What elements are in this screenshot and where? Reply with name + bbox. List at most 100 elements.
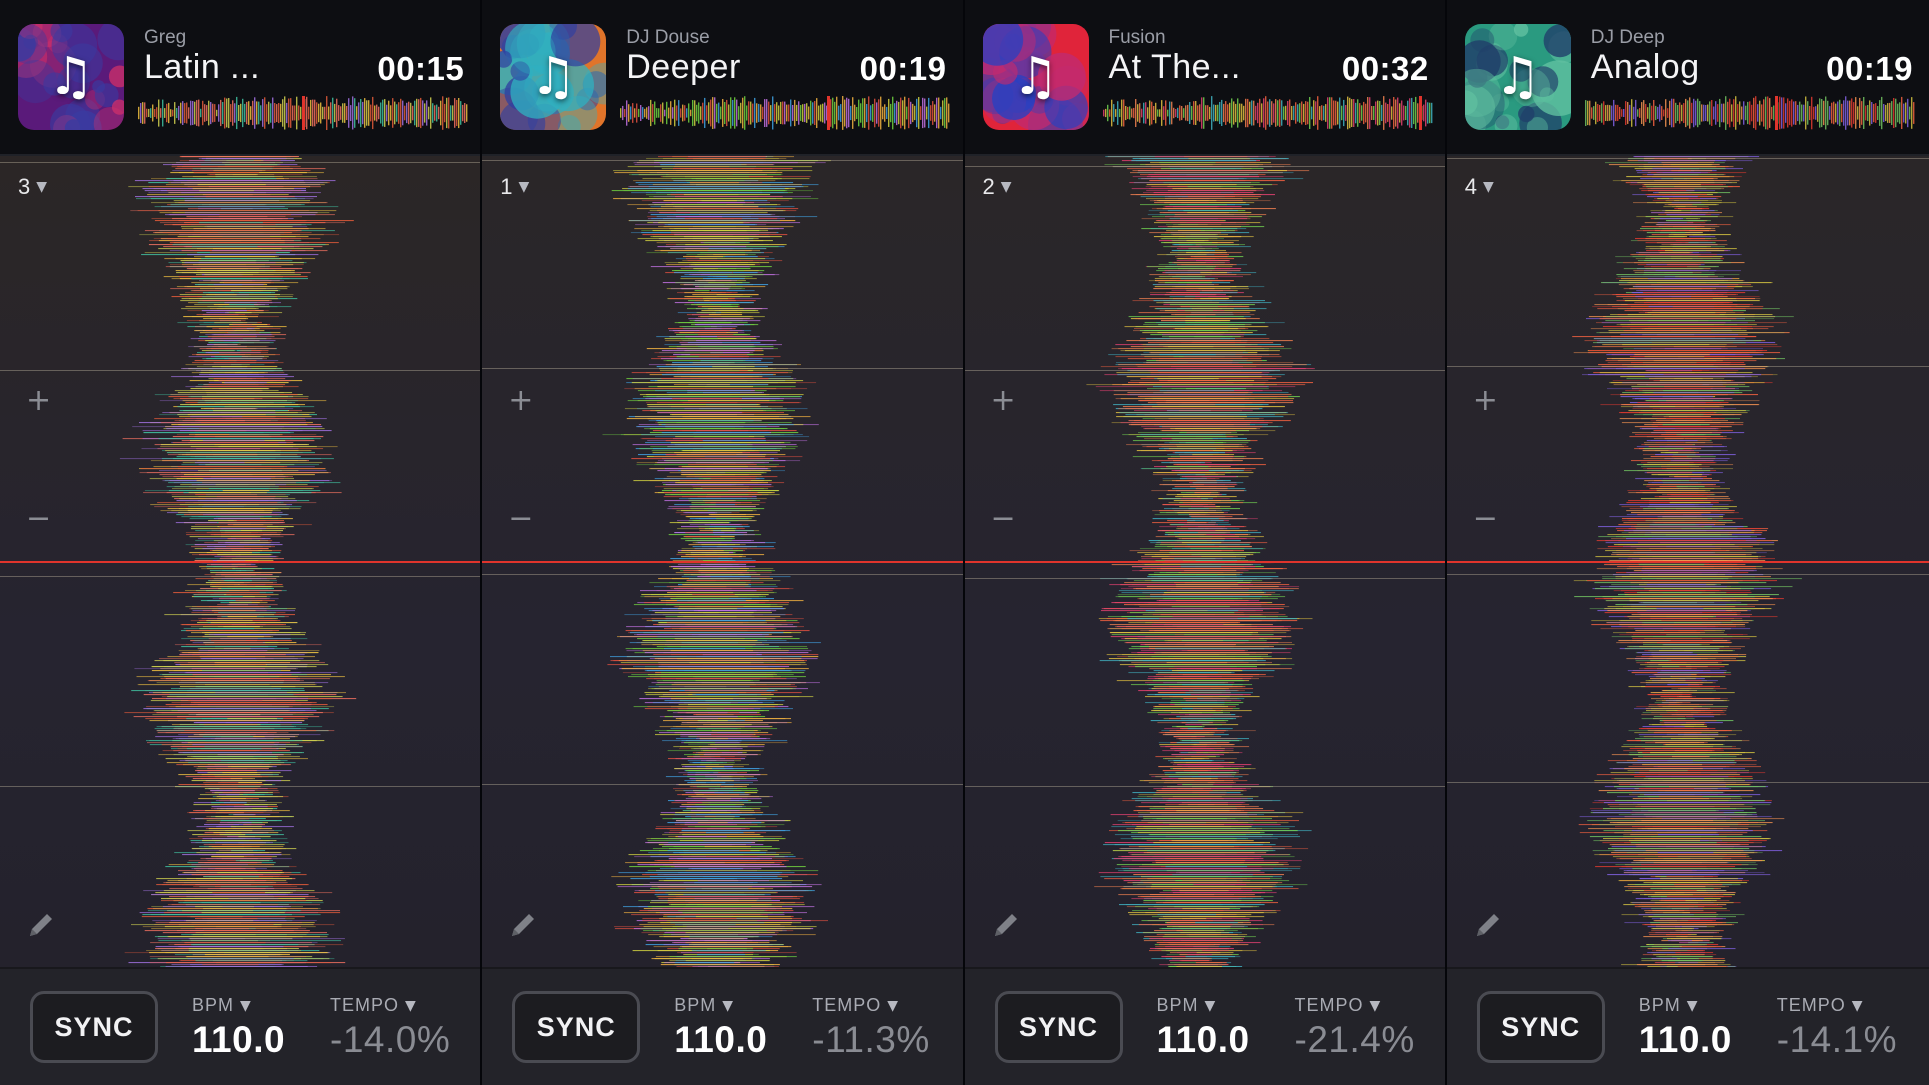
deck-header[interactable]: ♫ Fusion At The... 00:32 <box>964 0 1445 156</box>
deck-selector[interactable]: 3 ▼ <box>18 174 47 200</box>
chevron-down-icon: ▼ <box>1204 997 1217 1014</box>
track-artist: DJ Deep <box>1590 27 1665 48</box>
tempo-label: TEMPO <box>1294 995 1364 1015</box>
deck-b: ♫ DJ Douse Deeper 00:19 1 ▼ + − SYNC BPM… <box>482 0 965 1085</box>
chevron-down-icon: ▼ <box>1686 997 1699 1014</box>
chevron-down-icon: ▼ <box>722 997 735 1014</box>
deck-header[interactable]: ♫ Greg Latin ... 00:15 <box>0 0 481 156</box>
music-note-icon: ♫ <box>529 47 577 107</box>
bpm-value[interactable]: 110.0 <box>1157 1019 1250 1061</box>
deck-controls: SYNC BPM ▼ 110.0 TEMPO ▼ -21.4% <box>964 967 1445 1085</box>
deck-c: ♫ Fusion At The... 00:32 2 ▼ + − SYNC BP… <box>964 0 1447 1085</box>
pencil-icon[interactable] <box>506 908 540 942</box>
tempo-value[interactable]: -14.0% <box>330 1019 450 1061</box>
playhead-line <box>0 561 481 563</box>
track-title: Deeper <box>626 48 741 86</box>
deck-number: 4 <box>1464 174 1477 199</box>
chevron-down-icon: ▼ <box>518 179 530 195</box>
tempo-label: TEMPO <box>1776 995 1846 1015</box>
track-title: Latin ... <box>144 48 261 86</box>
tempo-value[interactable]: -14.1% <box>1777 1019 1897 1061</box>
chevron-down-icon: ▼ <box>405 997 417 1014</box>
sync-button[interactable]: SYNC <box>994 991 1123 1063</box>
beat-marker <box>482 368 963 369</box>
tempo-menu[interactable]: TEMPO ▼ <box>1777 995 1864 1016</box>
elapsed-time: 00:15 <box>377 50 465 87</box>
waveform-view[interactable]: 2 ▼ + − <box>964 156 1445 967</box>
beat-marker <box>964 786 1445 787</box>
tempo-value[interactable]: -21.4% <box>1295 1019 1415 1061</box>
deck-controls: SYNC BPM ▼ 110.0 TEMPO ▼ -14.1% <box>1446 967 1929 1085</box>
beat-marker <box>482 784 963 785</box>
deck-controls: SYNC BPM ▼ 110.0 TEMPO ▼ -14.0% <box>0 967 481 1085</box>
deck-d: ♫ DJ Deep Analog 00:19 4 ▼ + − SYNC BPM … <box>1446 0 1929 1085</box>
deck-number: 2 <box>982 174 995 199</box>
overview-waveform[interactable] <box>620 96 950 130</box>
tempo-label: TEMPO <box>330 995 400 1015</box>
beat-marker <box>0 576 481 577</box>
bpm-menu[interactable]: BPM ▼ <box>1639 995 1699 1016</box>
elapsed-time: 00:32 <box>1341 50 1429 87</box>
deck-selector[interactable]: 1 ▼ <box>500 174 529 200</box>
deck-controls: SYNC BPM ▼ 110.0 TEMPO ▼ -11.3% <box>482 967 963 1085</box>
beat-marker <box>964 578 1445 579</box>
beat-marker <box>0 786 481 787</box>
minus-icon[interactable]: − <box>1473 504 1498 534</box>
bpm-value[interactable]: 110.0 <box>1639 1019 1732 1061</box>
deck-selector[interactable]: 4 ▼ <box>1465 174 1494 200</box>
minus-icon[interactable]: − <box>26 504 51 534</box>
music-note-icon: ♫ <box>1494 47 1542 107</box>
bpm-value[interactable]: 110.0 <box>674 1019 767 1061</box>
tempo-value[interactable]: -11.3% <box>812 1019 930 1061</box>
album-art[interactable]: ♫ <box>500 24 607 130</box>
overview-waveform[interactable] <box>1102 96 1433 130</box>
bpm-label: BPM <box>192 995 235 1015</box>
album-art[interactable]: ♫ <box>982 24 1089 130</box>
sync-button[interactable]: SYNC <box>512 991 641 1063</box>
album-art[interactable]: ♫ <box>1464 24 1571 130</box>
album-art[interactable]: ♫ <box>18 24 124 130</box>
pencil-icon[interactable] <box>24 908 58 942</box>
chevron-down-icon: ▼ <box>887 997 900 1014</box>
overview-waveform[interactable] <box>138 96 468 130</box>
chevron-down-icon: ▼ <box>1000 179 1012 195</box>
bpm-menu[interactable]: BPM ▼ <box>192 995 252 1016</box>
elapsed-time: 00:19 <box>859 50 947 87</box>
overview-waveform[interactable] <box>1584 96 1915 130</box>
deck-header[interactable]: ♫ DJ Deep Analog 00:19 <box>1446 0 1929 156</box>
minus-icon[interactable]: − <box>508 504 533 534</box>
tempo-menu[interactable]: TEMPO ▼ <box>330 995 417 1016</box>
tempo-menu[interactable]: TEMPO ▼ <box>812 995 899 1016</box>
sync-button[interactable]: SYNC <box>30 991 158 1063</box>
beat-marker <box>1446 158 1929 159</box>
waveform-view[interactable]: 4 ▼ + − <box>1446 156 1929 967</box>
chevron-down-icon: ▼ <box>36 179 48 195</box>
tempo-label: TEMPO <box>812 995 882 1015</box>
plus-icon[interactable]: + <box>26 386 51 416</box>
playhead-line <box>1446 561 1929 563</box>
beat-marker <box>0 162 481 163</box>
track-artist: DJ Douse <box>626 27 710 48</box>
chevron-down-icon: ▼ <box>1369 997 1382 1014</box>
plus-icon[interactable]: + <box>1473 386 1498 416</box>
waveform-view[interactable]: 1 ▼ + − <box>482 156 963 967</box>
pencil-icon[interactable] <box>989 908 1023 942</box>
bpm-menu[interactable]: BPM ▼ <box>1157 995 1217 1016</box>
minus-icon[interactable]: − <box>991 504 1016 534</box>
deck-a: ♫ Greg Latin ... 00:15 3 ▼ + − SYNC BPM … <box>0 0 483 1085</box>
plus-icon[interactable]: + <box>508 386 533 416</box>
deck-number: 3 <box>18 174 31 199</box>
beat-marker <box>0 370 481 371</box>
track-artist: Greg <box>144 27 187 48</box>
track-title: Analog <box>1590 48 1700 86</box>
waveform-view[interactable]: 3 ▼ + − <box>0 156 481 967</box>
deck-selector[interactable]: 2 ▼ <box>983 174 1012 200</box>
deck-header[interactable]: ♫ DJ Douse Deeper 00:19 <box>482 0 963 156</box>
pencil-icon[interactable] <box>1471 908 1505 942</box>
tempo-menu[interactable]: TEMPO ▼ <box>1295 995 1382 1016</box>
bpm-menu[interactable]: BPM ▼ <box>674 995 734 1016</box>
sync-button[interactable]: SYNC <box>1476 991 1605 1063</box>
bpm-value[interactable]: 110.0 <box>192 1019 285 1061</box>
chevron-down-icon: ▼ <box>1851 997 1864 1014</box>
plus-icon[interactable]: + <box>991 386 1016 416</box>
